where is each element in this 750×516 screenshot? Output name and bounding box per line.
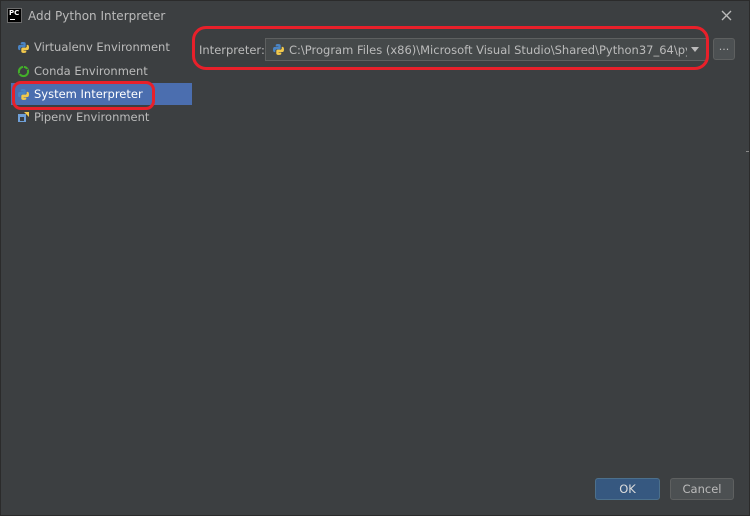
chevron-down-icon[interactable] bbox=[691, 47, 699, 52]
sidebar-item-system-interpreter[interactable]: System Interpreter bbox=[11, 83, 192, 105]
sidebar-item-label: Pipenv Environment bbox=[34, 110, 150, 124]
browse-button[interactable]: ... bbox=[713, 38, 735, 60]
sidebar-item-pipenv[interactable]: Pipenv Environment bbox=[11, 106, 192, 128]
cancel-button[interactable]: Cancel bbox=[670, 478, 734, 500]
title-bar: PC Add Python Interpreter bbox=[1, 1, 749, 31]
interpreter-path-value: C:\Program Files (x86)\Microsoft Visual … bbox=[289, 42, 687, 57]
window-title: Add Python Interpreter bbox=[28, 9, 166, 23]
python-icon bbox=[17, 88, 30, 101]
pycharm-icon: PC bbox=[7, 8, 22, 23]
sidebar-item-conda[interactable]: Conda Environment bbox=[11, 60, 192, 82]
edge-tick bbox=[746, 151, 749, 152]
add-python-interpreter-dialog: PC Add Python Interpreter Virtualenv Env… bbox=[0, 0, 750, 516]
sidebar-item-virtualenv[interactable]: Virtualenv Environment bbox=[11, 36, 192, 58]
conda-ring-icon bbox=[17, 65, 30, 78]
close-icon[interactable] bbox=[720, 9, 733, 22]
python-icon bbox=[17, 41, 30, 54]
interpreter-label: Interpreter: bbox=[199, 43, 265, 57]
pipenv-icon bbox=[17, 111, 30, 124]
sidebar-item-label: System Interpreter bbox=[34, 87, 143, 101]
sidebar-item-label: Virtualenv Environment bbox=[34, 40, 170, 54]
environment-type-list: Virtualenv Environment Conda Environment bbox=[7, 36, 192, 136]
python-icon bbox=[272, 43, 285, 56]
interpreter-dropdown[interactable]: C:\Program Files (x86)\Microsoft Visual … bbox=[265, 38, 707, 61]
sidebar-item-label: Conda Environment bbox=[34, 64, 148, 78]
ok-button[interactable]: OK bbox=[595, 478, 660, 500]
